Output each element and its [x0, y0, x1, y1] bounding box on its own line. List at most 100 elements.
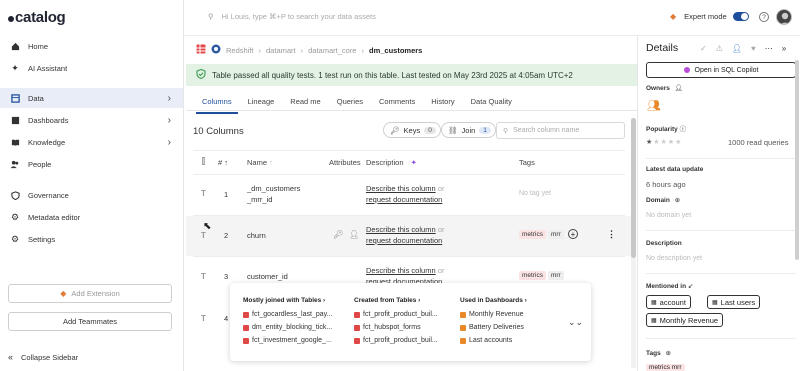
source-table-item[interactable]: fct_profit_product_buil...	[354, 311, 438, 318]
tags-partial[interactable]: metrics mrr	[646, 364, 685, 371]
source-table-item[interactable]: fct_hubspot_forms	[354, 324, 421, 331]
sidebar-item-knowledge[interactable]: Knowledge ›	[0, 132, 183, 152]
user-avatar[interactable]	[776, 9, 792, 25]
tag-chip[interactable]: metrics	[519, 271, 546, 280]
description-label: Description	[646, 240, 682, 247]
dashboard-name: Battery Deliveries	[469, 324, 524, 331]
tab-columns[interactable]: Columns	[196, 94, 238, 114]
joined-table-item[interactable]: dm_entity_blocking_tick...	[243, 324, 332, 331]
column-name[interactable]: customer_id	[247, 272, 288, 281]
breadcrumb-item[interactable]: datamart	[266, 46, 296, 55]
expert-mode-toggle[interactable]	[732, 12, 749, 21]
search-icon: ⚲	[208, 12, 214, 21]
more-options-icon[interactable]: ⋮	[607, 229, 616, 240]
header-name[interactable]: Name ↑	[247, 158, 273, 167]
column-name[interactable]: churn	[247, 231, 266, 240]
mention-name: Monthly Revenue	[659, 315, 719, 325]
info-icon[interactable]: ⓘ	[680, 126, 687, 133]
dashboard-item[interactable]: Battery Deliveries	[460, 324, 524, 331]
dashboard-icon	[10, 115, 20, 125]
join-filter-button[interactable]: ⛓︎ Join 1	[441, 122, 496, 138]
column-name[interactable]: _dm_customers	[247, 184, 300, 193]
owner-group-icon[interactable]: 👥︎	[647, 99, 661, 112]
created-from-header[interactable]: Created from Tables ›	[354, 297, 420, 304]
sidebar-item-label: Knowledge	[28, 137, 66, 147]
expand-chevron-icon[interactable]: ⌄⌄	[568, 317, 583, 328]
tag-chip[interactable]: metrics	[519, 230, 546, 239]
add-domain-icon[interactable]: ⊕	[675, 197, 680, 204]
add-tag-icon[interactable]: ⊕	[666, 350, 671, 357]
tab-readme[interactable]: Read me	[284, 94, 326, 114]
joined-table-item[interactable]: fct_investment_google_...	[243, 337, 332, 344]
keys-filter-button[interactable]: 🔑︎ Keys 0	[383, 122, 441, 138]
popularity-label: Popularity ⓘ	[646, 123, 686, 133]
dashboard-item[interactable]: Monthly Revenue	[460, 311, 523, 318]
panel-divider	[646, 273, 796, 274]
tab-comments[interactable]: Comments	[373, 94, 421, 114]
mention-chip[interactable]: ▦ Last users	[707, 295, 761, 309]
describe-column-link[interactable]: Describe this column	[366, 266, 436, 275]
tab-lineage[interactable]: Lineage	[242, 94, 281, 114]
more-horizontal-icon[interactable]: ⋯	[765, 44, 773, 53]
sidebar-item-settings[interactable]: ⚙ Settings	[0, 229, 183, 249]
global-search-input[interactable]: ⚲ Hi Louis, type ⌘+P to search your data…	[208, 12, 376, 21]
open-sql-copilot-label: Open in SQL Copilot	[694, 66, 759, 74]
used-in-dashboards-header[interactable]: Used in Dashboards ›	[460, 297, 527, 304]
add-owner-icon[interactable]: 👤︎	[675, 85, 683, 92]
table-type-icon	[196, 44, 206, 56]
add-extension-button[interactable]: ◆ Add Extension	[8, 284, 172, 303]
collapse-sidebar-button[interactable]: « Collapse Sidebar	[8, 352, 78, 362]
joined-table-item[interactable]: fct_gocardless_last_pay...	[243, 311, 332, 318]
open-sql-copilot-button[interactable]: Open in SQL Copilot	[646, 62, 796, 78]
sidebar-item-metadata-editor[interactable]: ⚙ Metadata editor	[0, 207, 183, 227]
dashboard-item[interactable]: Last accounts	[460, 337, 512, 344]
sidebar-item-ai-assistant[interactable]: ✦ AI Assistant	[0, 58, 183, 78]
app-logo[interactable]: catalog	[8, 9, 66, 26]
header-num[interactable]: # ↑	[218, 158, 228, 167]
help-icon[interactable]: ?	[759, 12, 769, 22]
owner-attribute-icon[interactable]: 👤︎	[349, 230, 359, 239]
key-attribute-icon[interactable]: 🔑︎	[333, 230, 343, 239]
or-text: or	[437, 225, 445, 234]
joined-tables-header[interactable]: Mostly joined with Tables ›	[243, 297, 325, 304]
sidebar-item-governance[interactable]: Governance	[0, 185, 183, 205]
collapse-panel-icon[interactable]: »	[782, 44, 786, 53]
table-scrollbar-thumb[interactable]	[631, 118, 636, 258]
description-value[interactable]: No description yet	[646, 255, 702, 262]
warning-icon[interactable]: ⚠	[716, 44, 723, 53]
add-teammates-button[interactable]: Add Teammates	[8, 312, 172, 331]
tag-chip[interactable]: mrr	[547, 271, 564, 280]
column-name-cont[interactable]: _mrr_id	[247, 195, 272, 204]
owner-add-icon[interactable]: 👤︎	[732, 44, 742, 53]
tab-history[interactable]: History	[425, 94, 460, 114]
breadcrumb-item[interactable]: datamart_core	[308, 46, 356, 55]
column-search-placeholder: Search column name	[513, 127, 580, 134]
mention-chip[interactable]: ▦ account	[646, 295, 691, 309]
verified-icon[interactable]: ✓	[700, 44, 707, 53]
tag-chip[interactable]: mrr	[547, 230, 564, 239]
row-num: 4	[224, 314, 229, 323]
sidebar-item-home[interactable]: Home	[0, 36, 183, 56]
mention-chip[interactable]: ▦ Monthly Revenue	[646, 313, 724, 327]
request-documentation-link[interactable]: request documentation	[366, 236, 442, 245]
pin-icon[interactable]: ⫿	[202, 156, 205, 167]
source-table-item[interactable]: fct_profit_product_buil...	[354, 337, 438, 344]
add-tag-icon[interactable]: +	[568, 229, 578, 239]
column-search-input[interactable]: ⚲ Search column name	[496, 122, 625, 139]
tab-queries[interactable]: Queries	[331, 94, 369, 114]
describe-column-link[interactable]: Describe this column	[366, 184, 436, 193]
details-scrollbar[interactable]	[795, 60, 799, 260]
description-cell: Describe this column or	[366, 184, 445, 193]
sidebar-item-data[interactable]: Data ›	[0, 88, 183, 108]
chevron-right-icon: ›	[167, 92, 171, 104]
sidebar-item-dashboards[interactable]: Dashboards ›	[0, 110, 183, 130]
table-icon	[354, 324, 360, 331]
sparkle-icon[interactable]: ✦	[411, 158, 417, 167]
request-documentation-link[interactable]: request documentation	[366, 195, 442, 204]
describe-column-link[interactable]: Describe this column	[366, 225, 436, 234]
tab-data-quality[interactable]: Data Quality	[465, 94, 518, 114]
sidebar-item-people[interactable]: People	[0, 154, 183, 174]
row-num: 3	[224, 272, 229, 281]
breadcrumb-item[interactable]: Redshift	[226, 46, 254, 55]
favorite-icon[interactable]: ♥	[751, 44, 756, 53]
